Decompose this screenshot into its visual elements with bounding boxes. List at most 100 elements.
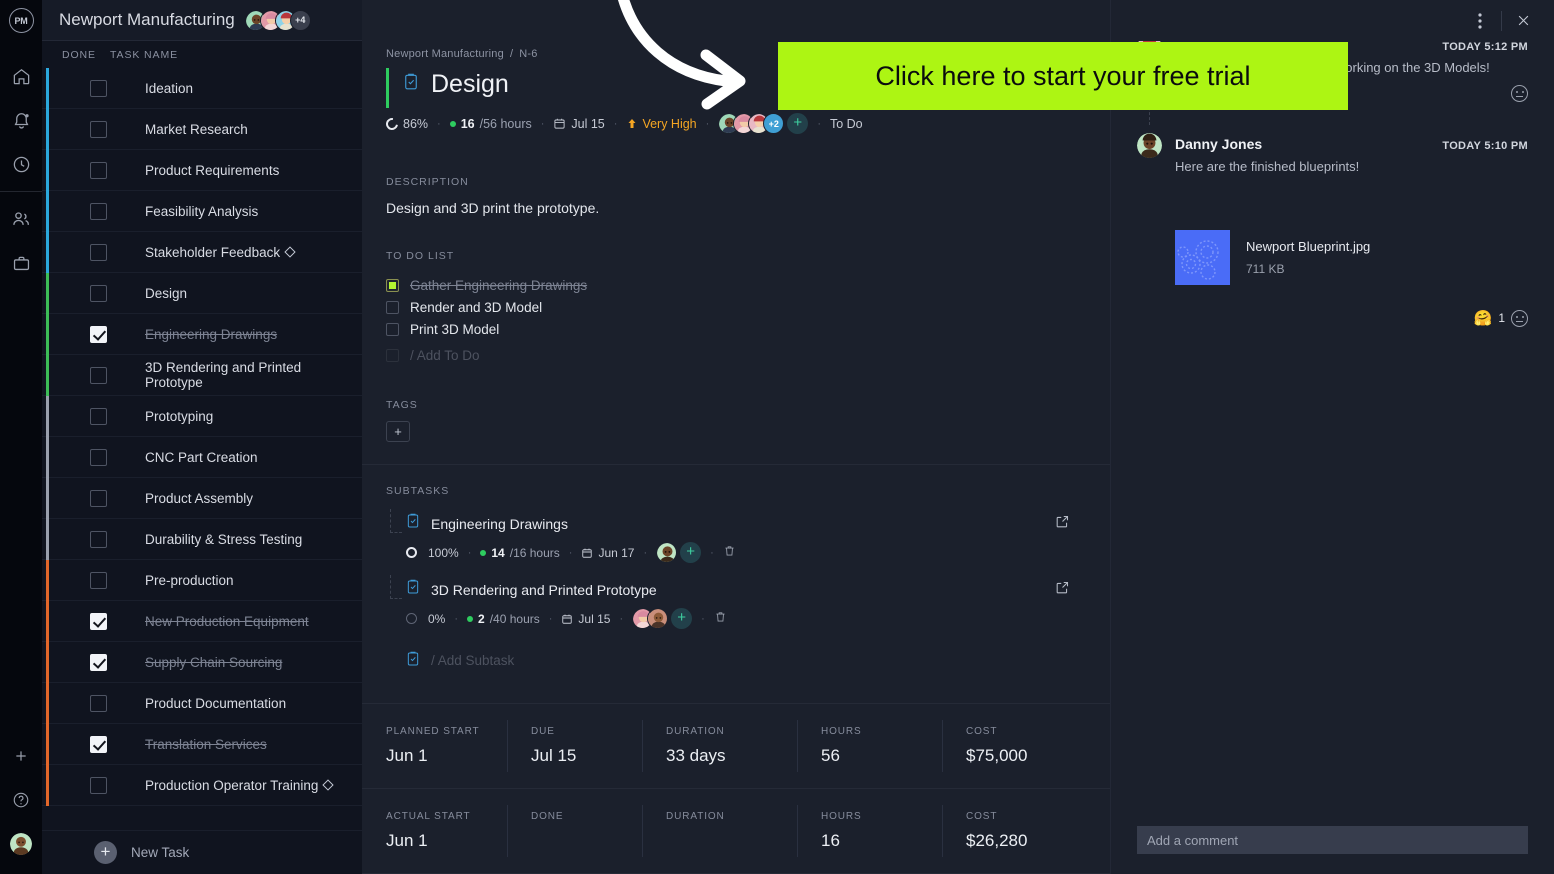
subtask-item[interactable]: 3D Rendering and Printed Prototype 0% · 2/4… <box>386 575 1110 629</box>
table-row[interactable]: New Production Equipment <box>42 601 362 642</box>
subtask-progress[interactable]: 100% <box>406 546 459 560</box>
subtask-hours[interactable]: 14/16 hours <box>480 546 560 560</box>
todo-section: TO DO LIST Gather Engineering Drawings Re… <box>362 216 1110 367</box>
table-row[interactable]: CNC Part Creation <box>42 437 362 478</box>
subtask-title[interactable]: Engineering Drawings <box>431 516 568 532</box>
table-row[interactable]: Durability & Stress Testing <box>42 519 362 560</box>
table-row[interactable]: Product Documentation <box>42 683 362 724</box>
add-subtask-button[interactable]: / Add Subtask <box>386 651 1110 670</box>
comment-reactions[interactable]: 🤗 1 <box>1175 309 1528 327</box>
table-row[interactable]: Production Operator Training <box>42 765 362 806</box>
task-done-checkbox[interactable] <box>90 530 107 548</box>
table-row[interactable]: Pre-production <box>42 560 362 601</box>
task-done-checkbox[interactable] <box>90 202 107 220</box>
subtask-title[interactable]: 3D Rendering and Printed Prototype <box>431 582 657 598</box>
comment-input[interactable]: Add a comment <box>1137 826 1528 854</box>
task-done-checkbox[interactable] <box>90 120 107 138</box>
subtask-hours-used: 2 <box>478 611 485 626</box>
bell-icon[interactable] <box>0 98 42 142</box>
table-row[interactable]: Design <box>42 273 362 314</box>
task-done-checkbox[interactable] <box>90 284 107 302</box>
task-done-checkbox[interactable] <box>90 612 107 630</box>
priority-indicator[interactable]: Very High <box>626 117 697 131</box>
add-assignee-button[interactable]: + <box>671 608 693 629</box>
add-todo-button[interactable]: / Add To Do <box>386 343 1110 367</box>
more-options-icon[interactable] <box>1463 4 1497 38</box>
breadcrumb-project[interactable]: Newport Manufacturing <box>386 48 504 60</box>
project-member-avatars[interactable]: +4 <box>244 9 311 31</box>
add-assignee-button[interactable]: + <box>680 542 702 563</box>
list-item[interactable]: Print 3D Model <box>386 318 1110 340</box>
table-row[interactable]: Feasibility Analysis <box>42 191 362 232</box>
list-item[interactable]: Render and 3D Model <box>386 296 1110 318</box>
subtask-date[interactable]: Jun 17 <box>581 546 634 560</box>
task-done-checkbox[interactable] <box>90 366 107 384</box>
table-row[interactable]: Stakeholder Feedback <box>42 232 362 273</box>
progress-indicator[interactable]: 86% <box>383 115 428 132</box>
hours-indicator[interactable]: 16/56 hours <box>449 117 532 131</box>
table-row[interactable]: Engineering Drawings <box>42 314 362 355</box>
task-done-checkbox[interactable] <box>90 653 107 671</box>
subtask-hours[interactable]: 2/40 hours <box>467 612 540 626</box>
description-text[interactable]: Design and 3D print the prototype. <box>386 200 1110 216</box>
briefcase-icon[interactable] <box>0 241 42 285</box>
task-done-checkbox[interactable] <box>90 448 107 466</box>
add-reaction-icon[interactable] <box>1511 85 1528 102</box>
table-row[interactable]: Prototyping <box>42 396 362 437</box>
breadcrumb-task-id[interactable]: N-6 <box>519 48 537 60</box>
free-trial-cta-banner[interactable]: Click here to start your free trial <box>778 42 1348 110</box>
todo-checkbox[interactable] <box>386 278 399 292</box>
todo-checkbox[interactable] <box>386 300 399 314</box>
table-row[interactable]: Product Requirements <box>42 150 362 191</box>
user-avatar[interactable] <box>0 822 42 866</box>
subtask-item[interactable]: Engineering Drawings 100% · 14/16 hours · Jun… <box>386 509 1110 563</box>
task-done-checkbox[interactable] <box>90 325 107 343</box>
subtask-date[interactable]: Jul 15 <box>561 612 610 626</box>
task-done-checkbox[interactable] <box>90 489 107 507</box>
table-row[interactable]: Product Assembly <box>42 478 362 519</box>
stat-value: Jul 15 <box>531 746 577 765</box>
table-row[interactable]: Translation Services <box>42 724 362 765</box>
subtask-assignees[interactable]: + <box>632 608 693 629</box>
plus-icon[interactable] <box>0 734 42 778</box>
task-done-checkbox[interactable] <box>90 161 107 179</box>
subtask-assignees[interactable]: + <box>656 542 702 563</box>
list-item[interactable]: Gather Engineering Drawings <box>386 274 1110 296</box>
task-done-checkbox[interactable] <box>90 407 107 425</box>
app-logo[interactable]: PM <box>0 0 42 41</box>
close-icon[interactable] <box>1506 4 1540 38</box>
clock-icon[interactable] <box>0 142 42 186</box>
table-row[interactable]: 3D Rendering and Printed Prototype <box>42 355 362 396</box>
hug-emoji-icon[interactable]: 🤗 <box>1474 309 1493 327</box>
people-icon[interactable] <box>0 197 42 241</box>
attachment-item[interactable]: Newport Blueprint.jpg 711 KB <box>1175 230 1528 285</box>
status-badge[interactable]: To Do <box>830 117 863 131</box>
task-done-checkbox[interactable] <box>90 243 107 261</box>
add-tag-button[interactable]: + <box>386 421 410 442</box>
tags-section: TAGS + <box>362 367 1110 442</box>
rail-divider <box>0 191 42 192</box>
add-reaction-icon[interactable] <box>1511 309 1528 327</box>
task-done-checkbox[interactable] <box>90 776 107 794</box>
delete-subtask-icon[interactable] <box>714 610 727 627</box>
due-date-indicator[interactable]: Jul 15 <box>553 117 605 131</box>
table-row[interactable]: Supply Chain Sourcing <box>42 642 362 683</box>
delete-subtask-icon[interactable] <box>723 544 736 561</box>
help-icon[interactable] <box>0 778 42 822</box>
task-done-checkbox[interactable] <box>90 79 107 97</box>
description-section: DESCRIPTION Design and 3D print the prot… <box>362 134 1110 216</box>
todo-checkbox[interactable] <box>386 322 399 336</box>
subtask-progress[interactable]: 0% <box>406 612 445 626</box>
task-done-checkbox[interactable] <box>90 571 107 589</box>
home-icon[interactable] <box>0 54 42 98</box>
task-done-checkbox[interactable] <box>90 694 107 712</box>
table-row[interactable]: Ideation <box>42 68 362 109</box>
open-subtask-icon[interactable] <box>1055 580 1070 600</box>
add-assignee-button[interactable]: + <box>787 113 809 134</box>
stat-cell: HOURS 16 <box>797 805 942 857</box>
open-subtask-icon[interactable] <box>1055 514 1070 534</box>
table-row[interactable]: Market Research <box>42 109 362 150</box>
task-done-checkbox[interactable] <box>90 735 107 753</box>
assignee-avatars[interactable]: +2 + <box>718 113 809 134</box>
new-task-button[interactable]: + New Task <box>42 830 362 874</box>
